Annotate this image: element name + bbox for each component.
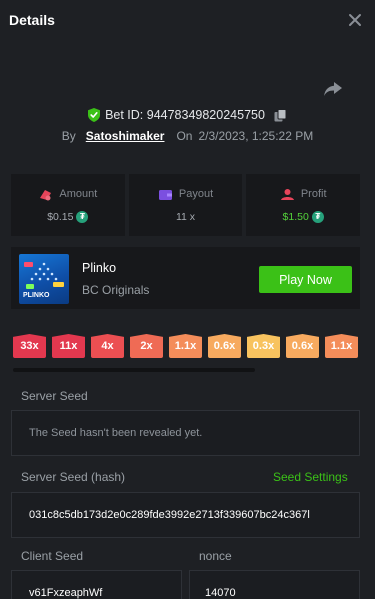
- server-seed-label: Server Seed: [21, 389, 88, 403]
- details-header: Details: [0, 0, 375, 40]
- multiplier-chip: 1.1x: [325, 334, 358, 358]
- nonce-label: nonce: [199, 549, 232, 563]
- payout-value: 11 x: [175, 210, 196, 223]
- bet-byline: By Satoshimaker On 2/3/2023, 1:25:22 PM: [0, 127, 375, 145]
- game-name[interactable]: Plinko: [82, 261, 116, 275]
- payout-stat: Payout 11 x: [128, 174, 243, 236]
- nonce-field[interactable]: 14070: [189, 570, 360, 599]
- payout-label: Payout: [178, 188, 214, 200]
- bet-stats: Amount $0.15 ₮ Payout 11 x Profit $1.50 …: [11, 174, 361, 236]
- multiplier-chip: 1.1x: [169, 334, 202, 358]
- server-seed-hash-label: Server Seed (hash): [21, 470, 126, 484]
- shield-check-icon: [88, 108, 101, 122]
- multiplier-row: 33x11x4x2x1.1x0.6x0.3x0.6x1.1x2x: [13, 334, 360, 358]
- profit-icon: [280, 188, 294, 200]
- multiplier-scrollbar[interactable]: [13, 368, 255, 372]
- bet-id-row: Bet ID: 94478349820245750: [0, 106, 375, 124]
- server-seed-hash-field[interactable]: 031c8c5db173d2e0c289fde3992e2713f339607b…: [11, 492, 360, 538]
- profit-label: Profit: [300, 188, 327, 200]
- amount-icon: [40, 189, 52, 200]
- profit-stat: Profit $1.50 ₮: [246, 174, 361, 236]
- username-link[interactable]: Satoshimaker: [86, 129, 165, 143]
- multiplier-chip: 0.6x: [286, 334, 319, 358]
- modal-title: Details: [9, 12, 55, 28]
- tether-coin-icon: ₮: [311, 210, 324, 223]
- server-seed-field: The Seed hasn't been revealed yet.: [11, 410, 360, 456]
- thumbnail-text: PLINKO: [23, 292, 50, 299]
- profit-value: $1.50: [282, 210, 309, 223]
- client-seed-label: Client Seed: [21, 549, 84, 563]
- game-thumbnail[interactable]: PLINKO: [19, 254, 69, 304]
- amount-label: Amount: [59, 188, 98, 200]
- bet-datetime: 2/3/2023, 1:25:22 PM: [198, 129, 314, 143]
- tether-coin-icon: ₮: [76, 210, 89, 223]
- on-label: On: [176, 129, 193, 143]
- multiplier-chip: 2x: [130, 334, 163, 358]
- client-seed-field[interactable]: v61FxzeaphWf: [11, 570, 182, 599]
- by-label: By: [61, 129, 76, 143]
- share-icon[interactable]: [323, 80, 343, 98]
- amount-stat: Amount $0.15 ₮: [11, 174, 125, 236]
- amount-value: $0.15: [47, 210, 74, 223]
- multiplier-chip: 0.6x: [208, 334, 241, 358]
- game-card: PLINKO Plinko BC Originals Play Now: [11, 247, 360, 309]
- close-icon[interactable]: [347, 12, 363, 28]
- bet-id: Bet ID: 94478349820245750: [105, 108, 265, 122]
- copy-icon[interactable]: [274, 108, 287, 122]
- multiplier-chip: 4x: [91, 334, 124, 358]
- seed-settings-link[interactable]: Seed Settings: [273, 470, 348, 484]
- payout-wallet-icon: [158, 189, 172, 200]
- game-provider: BC Originals: [82, 283, 150, 297]
- multiplier-chip: 33x: [13, 334, 46, 358]
- multiplier-chip: 0.3x: [247, 334, 280, 358]
- multiplier-chip: 11x: [52, 334, 85, 358]
- play-now-button[interactable]: Play Now: [259, 266, 352, 293]
